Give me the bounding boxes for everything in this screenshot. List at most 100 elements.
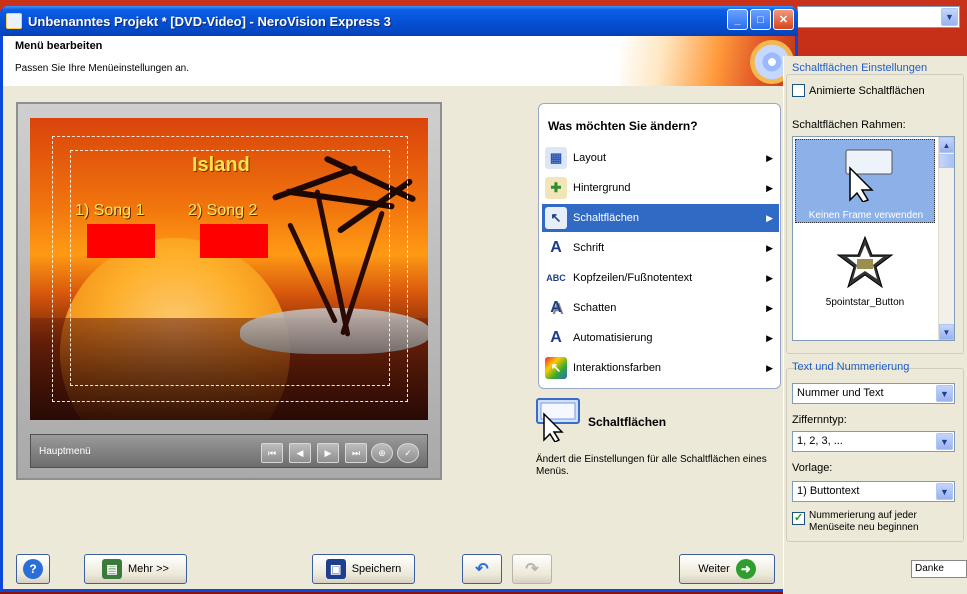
text-mode-value: Nummer und Text — [797, 387, 884, 399]
title-bar[interactable]: Unbenanntes Projekt * [DVD-Video] - Nero… — [0, 6, 798, 36]
background-app-combobox[interactable]: ▼ — [797, 6, 960, 28]
digit-type-label: Ziffernntyp: — [792, 414, 847, 426]
help-button[interactable]: ? — [16, 554, 50, 584]
buttons-icon: ↖ — [545, 207, 567, 229]
undo-button[interactable]: ↶ — [462, 554, 502, 584]
preview-song-button[interactable] — [87, 224, 155, 258]
preview-song-label[interactable]: 1) Song 1 — [75, 202, 144, 220]
font-icon: A — [550, 239, 562, 256]
menu-item-interaction-colors[interactable]: ↖ Interaktionsfarben ▶ — [542, 354, 779, 382]
renumber-option[interactable]: Nummerierung auf jeder Menüseite neu beg… — [792, 510, 962, 534]
redo-icon: ↷ — [525, 561, 539, 578]
shadow-icon: A — [550, 299, 562, 316]
menu-item-label: Layout — [573, 152, 607, 164]
animated-buttons-checkbox[interactable] — [792, 84, 805, 97]
renumber-label: Nummerierung auf jeder Menüseite neu beg… — [809, 510, 919, 533]
template-select[interactable]: 1) Buttontext ▼ — [792, 481, 955, 502]
text-mode-select[interactable]: Nummer und Text ▼ — [792, 383, 955, 404]
button-frame-label: Schaltflächen Rahmen: — [792, 119, 906, 131]
menu-item-label: Kopfzeilen/Fußnotentext — [573, 272, 693, 284]
animated-buttons-label: Animierte Schaltflächen — [809, 84, 925, 97]
frame-option-none[interactable]: Keinen Frame verwenden — [795, 139, 935, 223]
save-button-label: Speichern — [351, 563, 402, 575]
template-value: 1) Buttontext — [797, 485, 860, 497]
frame-option-5pointstar[interactable]: 5pointstar_Button — [795, 235, 935, 315]
close-button[interactable]: ✕ — [773, 9, 794, 30]
minimize-button[interactable]: _ — [727, 9, 748, 30]
button-settings-title: Schaltflächen Einstellungen — [792, 62, 928, 74]
star-frame-icon — [836, 235, 894, 289]
chevron-right-icon: ▶ — [766, 212, 773, 223]
template-label: Vorlage: — [792, 462, 833, 474]
page-subtitle: Passen Sie Ihre Menüeinstellungen an. — [15, 63, 190, 74]
next-button[interactable]: Weiter ➜ — [679, 554, 775, 584]
taskbar-item[interactable]: Danke — [911, 560, 967, 578]
chevron-right-icon: ▶ — [766, 362, 773, 373]
button-frame-list[interactable]: Keinen Frame verwenden 5pointstar_Button… — [792, 136, 955, 341]
redo-button[interactable]: ↷ — [512, 554, 552, 584]
chevron-right-icon: ▶ — [766, 302, 773, 313]
menu-item-label: Automatisierung — [573, 332, 653, 344]
last-page-icon[interactable]: ⏭ — [345, 443, 367, 463]
menu-item-label: Schrift — [573, 242, 605, 254]
taskbar-item-label: Danke — [915, 563, 944, 574]
digit-type-value: 1, 2, 3, ... — [797, 435, 843, 447]
options-menu-heading: Was möchten Sie ändern? — [548, 119, 698, 133]
selection-title: Schaltflächen — [588, 415, 667, 429]
background-icon: ✚ — [545, 177, 567, 199]
menu-item-layout[interactable]: ▦ Layout ▶ — [542, 144, 779, 172]
menu-item-label: Schaltflächen — [573, 212, 640, 224]
buttons-large-icon — [536, 398, 582, 443]
frame-list-scrollbar[interactable]: ▲ ▼ — [938, 137, 954, 340]
preview-song-label[interactable]: 2) Song 2 — [188, 202, 257, 220]
menu-item-shadow[interactable]: A Schatten ▶ — [542, 294, 779, 322]
frame-option-label: 5pointstar_Button — [825, 297, 905, 308]
chevron-right-icon: ▶ — [766, 152, 773, 163]
page-title: Menü bearbeiten — [15, 40, 103, 52]
layout-icon: ▦ — [545, 147, 567, 169]
undo-icon: ↶ — [475, 561, 489, 578]
scroll-down-icon[interactable]: ▼ — [939, 324, 954, 340]
maximize-button[interactable]: □ — [750, 9, 771, 30]
chevron-down-icon[interactable]: ▼ — [936, 385, 953, 402]
window-title: Unbenanntes Projekt * [DVD-Video] - Nero… — [28, 14, 391, 29]
header-footer-icon: ABC — [546, 273, 566, 283]
menu-item-buttons[interactable]: ↖ Schaltflächen ▶ — [542, 204, 779, 232]
menu-item-background[interactable]: ✚ Hintergrund ▶ — [542, 174, 779, 202]
menu-preview: Island 1) Song 1 2) Song 2 — [30, 118, 428, 420]
save-icon: ▣ — [325, 559, 346, 579]
menu-item-label: Interaktionsfarben — [573, 362, 662, 374]
digit-type-select[interactable]: 1, 2, 3, ... ▼ — [792, 431, 955, 452]
menu-item-header-footer[interactable]: ABC Kopfzeilen/Fußnotentext ▶ — [542, 264, 779, 292]
frame-option-label: Keinen Frame verwenden — [808, 210, 924, 221]
previous-page-icon[interactable]: ◀ — [289, 443, 311, 463]
options-menu: Was möchten Sie ändern? ▦ Layout ▶ ✚ Hin… — [538, 103, 781, 389]
preview-menu-title[interactable]: Island — [192, 154, 250, 177]
animated-buttons-option[interactable]: Animierte Schaltflächen — [792, 84, 925, 97]
first-page-icon[interactable]: ⏮ — [261, 443, 283, 463]
chevron-down-icon[interactable]: ▼ — [936, 433, 953, 450]
menu-name-label: Hauptmenü — [39, 446, 91, 457]
confirm-icon[interactable]: ✓ — [397, 443, 419, 463]
more-icon: ▤ — [102, 559, 123, 579]
more-button[interactable]: ▤ Mehr >> — [84, 554, 187, 584]
scroll-thumb[interactable] — [939, 154, 954, 168]
menu-item-automation[interactable]: A Automatisierung ▶ — [542, 324, 779, 352]
app-icon — [6, 13, 22, 29]
chevron-down-icon[interactable]: ▼ — [936, 483, 953, 500]
automation-icon: A — [550, 329, 562, 346]
next-page-icon[interactable]: ▶ — [317, 443, 339, 463]
preview-song-button[interactable] — [200, 224, 268, 258]
save-button[interactable]: ▣ Speichern — [312, 554, 415, 584]
scroll-up-icon[interactable]: ▲ — [939, 137, 954, 153]
preview-control-bar: Hauptmenü ⏮ ◀ ▶ ⏭ ⊕ ✓ — [30, 434, 428, 468]
arrow-right-icon: ➜ — [735, 559, 756, 579]
chevron-right-icon: ▶ — [766, 332, 773, 343]
more-button-label: Mehr >> — [128, 563, 169, 575]
chevron-down-icon[interactable]: ▼ — [941, 8, 958, 26]
chevron-right-icon: ▶ — [766, 182, 773, 193]
renumber-checkbox[interactable] — [792, 511, 805, 525]
navigate-icon[interactable]: ⊕ — [371, 443, 393, 463]
next-button-label: Weiter — [698, 563, 730, 575]
menu-item-font[interactable]: A Schrift ▶ — [542, 234, 779, 262]
